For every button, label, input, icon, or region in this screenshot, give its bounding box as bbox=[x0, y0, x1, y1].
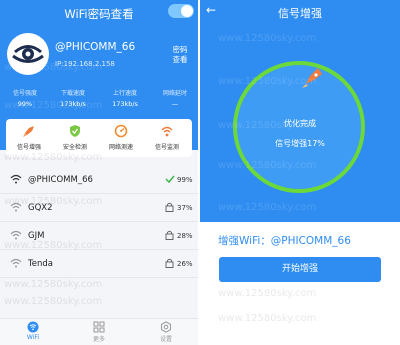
signal-monitor-icon bbox=[161, 126, 173, 137]
network-name: Tenda bbox=[28, 259, 53, 269]
stat-label: 网络延时 bbox=[162, 90, 187, 97]
tool-signal-monitor[interactable]: 信号监测 bbox=[144, 124, 190, 151]
tab-label: 更多 bbox=[92, 336, 105, 343]
wifi-tab-icon bbox=[27, 321, 39, 333]
tool-label: 网络测速 bbox=[108, 144, 133, 151]
bottom-tab-bar: WiFi 更多 设置 bbox=[0, 318, 198, 345]
stat-value: 173kb/s bbox=[60, 100, 86, 108]
stat-label: 上行速度 bbox=[112, 90, 137, 97]
wifi-viewer-screen: WiFi密码查看 @PHICOMM_66 IP:192.168.2.158 密码… bbox=[0, 0, 198, 345]
stats-row: 信号强度 99% 下载速度 173kb/s 上行速度 173kb/s 网络延时 … bbox=[0, 88, 198, 112]
router-logo-icon bbox=[7, 33, 49, 75]
grid-icon bbox=[93, 321, 105, 333]
nav-bar: ← 信号增强 bbox=[200, 0, 400, 22]
lock-icon bbox=[165, 202, 174, 212]
list-item[interactable]: GQX2 37% bbox=[0, 194, 198, 222]
wifi-signal-icon bbox=[10, 202, 22, 212]
tab-label: WiFi bbox=[26, 334, 40, 341]
wifi-signal-icon bbox=[10, 174, 22, 184]
signal-boost-screen: ← 信号增强 优化完成 信号增强17% 增强WiFi：@PHICOMM_66 开… bbox=[200, 0, 400, 345]
toggle-knob bbox=[181, 5, 193, 17]
network-signal: 37% bbox=[177, 204, 193, 212]
list-item[interactable]: Tenda 26% bbox=[0, 250, 198, 278]
tools-card: 信号增强 安全检测 网络测速 信号监测 bbox=[6, 119, 192, 157]
watermark: www.12580sky.com bbox=[4, 279, 103, 290]
stat-download: 下载速度 173kb/s bbox=[48, 88, 98, 108]
ip-address: IP:192.168.2.158 bbox=[55, 60, 115, 68]
stat-latency: 网络延时 — bbox=[150, 88, 198, 108]
network-signal: 28% bbox=[177, 232, 193, 240]
tab-label: 设置 bbox=[159, 336, 172, 343]
network-name: @PHICOMM_66 bbox=[28, 175, 93, 185]
connected-ssid: @PHICOMM_66 bbox=[55, 41, 136, 53]
list-item[interactable]: @PHICOMM_66 99% bbox=[0, 166, 198, 194]
watermark: www.12580sky.com bbox=[4, 296, 103, 307]
view-password-link[interactable]: 密码 查看 bbox=[170, 45, 190, 65]
speedometer-icon bbox=[114, 124, 128, 138]
tool-signal-boost[interactable]: 信号增强 bbox=[6, 124, 52, 151]
tab-more[interactable]: 更多 bbox=[79, 321, 119, 343]
list-item[interactable]: GJM 28% bbox=[0, 222, 198, 250]
stat-upload: 上行速度 173kb/s bbox=[100, 88, 150, 108]
gear-icon bbox=[161, 321, 171, 333]
stat-value: 99% bbox=[17, 100, 33, 108]
optimize-status: 优化完成 bbox=[284, 119, 316, 128]
start-boost-button[interactable]: 开始增强 bbox=[219, 257, 381, 282]
tool-label: 信号监测 bbox=[154, 144, 179, 151]
shield-check-icon bbox=[70, 125, 80, 137]
network-signal: 26% bbox=[177, 260, 193, 268]
title-bar: WiFi密码查看 bbox=[0, 0, 198, 26]
tool-security-check[interactable]: 安全检测 bbox=[52, 124, 98, 151]
boost-percentage: 信号增强17% bbox=[275, 139, 325, 148]
network-signal: 99% bbox=[177, 176, 193, 184]
watermark: www.12580sky.com bbox=[218, 288, 317, 299]
lock-icon bbox=[165, 258, 174, 268]
wifi-toggle[interactable] bbox=[168, 4, 194, 18]
stat-value: — bbox=[171, 100, 179, 108]
tool-speed-test[interactable]: 网络测速 bbox=[98, 124, 144, 151]
connected-check-icon bbox=[165, 175, 175, 184]
stat-value: 173kb/s bbox=[112, 100, 138, 108]
tool-label: 安全检测 bbox=[62, 144, 87, 151]
tab-settings[interactable]: 设置 bbox=[146, 321, 186, 343]
screen-title: 信号增强 bbox=[278, 7, 322, 20]
lock-icon bbox=[165, 230, 174, 240]
wifi-signal-icon bbox=[10, 258, 22, 268]
stat-signal: 信号强度 99% bbox=[0, 88, 50, 108]
watermark: www.12580sky.com bbox=[218, 313, 317, 324]
tool-label: 信号增强 bbox=[16, 144, 41, 151]
network-name: GQX2 bbox=[28, 203, 53, 213]
network-name: GJM bbox=[28, 231, 45, 241]
enhance-target-label: 增强WiFi：@PHICOMM_66 bbox=[218, 235, 351, 247]
tab-wifi[interactable]: WiFi bbox=[13, 321, 53, 341]
stat-label: 下载速度 bbox=[60, 90, 85, 97]
stat-label: 信号强度 bbox=[12, 90, 37, 97]
rocket-icon bbox=[23, 126, 34, 137]
wifi-signal-icon bbox=[10, 230, 22, 240]
